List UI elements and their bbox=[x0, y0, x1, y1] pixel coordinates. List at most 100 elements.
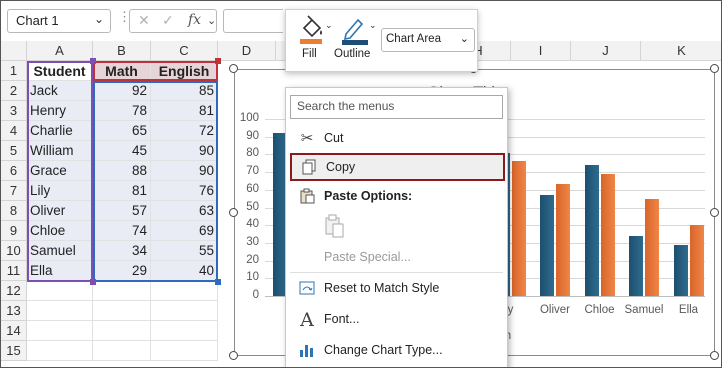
bar-english-chloe[interactable] bbox=[600, 173, 615, 296]
table-cell[interactable]: Henry bbox=[27, 101, 93, 121]
row-header-5[interactable]: 5 bbox=[1, 141, 27, 161]
empty-cell[interactable] bbox=[151, 321, 218, 341]
table-cell[interactable]: 85 bbox=[151, 81, 218, 101]
table-cell[interactable]: 74 bbox=[93, 221, 151, 241]
empty-cell[interactable] bbox=[93, 281, 151, 301]
table-cell[interactable]: William bbox=[27, 141, 93, 161]
menu-item-reset-style[interactable]: Reset to Match Style bbox=[290, 276, 505, 302]
table-cell[interactable]: 45 bbox=[93, 141, 151, 161]
table-cell[interactable]: 81 bbox=[151, 101, 218, 121]
menu-item-change-chart-type[interactable]: Change Chart Type... bbox=[290, 338, 505, 364]
table-cell[interactable]: 40 bbox=[151, 261, 218, 281]
table-cell[interactable]: 90 bbox=[151, 161, 218, 181]
empty-cell[interactable] bbox=[151, 301, 218, 321]
table-cell[interactable]: Samuel bbox=[27, 241, 93, 261]
table-cell[interactable]: 92 bbox=[93, 81, 151, 101]
table-cell[interactable]: 88 bbox=[93, 161, 151, 181]
empty-cell[interactable] bbox=[93, 321, 151, 341]
outline-pen-icon[interactable]: ⌄ bbox=[340, 14, 376, 46]
formula-input[interactable] bbox=[223, 9, 283, 33]
table-cell[interactable]: Charlie bbox=[27, 121, 93, 141]
empty-cell[interactable] bbox=[151, 281, 218, 301]
bar-math-oliver[interactable] bbox=[540, 195, 554, 296]
table-cell[interactable]: Jack bbox=[27, 81, 93, 101]
row-header-1[interactable]: 1 bbox=[1, 61, 27, 81]
column-header-c[interactable]: C bbox=[151, 41, 218, 61]
table-cell[interactable]: 69 bbox=[151, 221, 218, 241]
bar-math-samuel[interactable] bbox=[629, 235, 643, 296]
bar-english-ella[interactable] bbox=[689, 225, 704, 296]
bar-english-samuel[interactable] bbox=[645, 198, 659, 296]
row-header-9[interactable]: 9 bbox=[1, 221, 27, 241]
row-header-12[interactable]: 12 bbox=[1, 281, 27, 301]
table-cell[interactable]: 55 bbox=[151, 241, 218, 261]
chart-resize-handle[interactable] bbox=[710, 208, 719, 217]
table-header-cell[interactable]: Math bbox=[93, 61, 151, 81]
enter-icon[interactable]: ✓ bbox=[162, 12, 174, 29]
insert-function-icon[interactable]: fx bbox=[188, 12, 201, 28]
cancel-icon[interactable]: ✕ bbox=[138, 12, 150, 29]
row-header-8[interactable]: 8 bbox=[1, 201, 27, 221]
bar-english-oliver[interactable] bbox=[556, 184, 570, 296]
empty-cell[interactable] bbox=[27, 341, 93, 361]
column-header-k[interactable]: K bbox=[641, 41, 721, 61]
table-cell[interactable]: Ella bbox=[27, 261, 93, 281]
table-cell[interactable]: 81 bbox=[93, 181, 151, 201]
bar-english-lily[interactable] bbox=[511, 161, 526, 296]
chart-resize-handle[interactable] bbox=[710, 64, 719, 73]
menu-item-cut[interactable]: ✂ Cut bbox=[290, 126, 505, 152]
row-header-2[interactable]: 2 bbox=[1, 81, 27, 101]
chart-resize-handle[interactable] bbox=[710, 351, 719, 360]
table-cell[interactable]: 78 bbox=[93, 101, 151, 121]
column-header-j[interactable]: J bbox=[571, 41, 641, 61]
empty-cell[interactable] bbox=[27, 281, 93, 301]
bar-math-ella[interactable] bbox=[673, 244, 688, 296]
column-header-i[interactable]: I bbox=[511, 41, 571, 61]
table-cell[interactable]: 57 bbox=[93, 201, 151, 221]
fx-chevron-icon[interactable]: ⌄ bbox=[207, 14, 216, 27]
row-header-14[interactable]: 14 bbox=[1, 321, 27, 341]
menu-item-copy[interactable]: Copy bbox=[290, 153, 505, 181]
empty-cell[interactable] bbox=[27, 301, 93, 321]
menu-item-font[interactable]: A Font... bbox=[290, 307, 505, 333]
table-header-cell[interactable]: English bbox=[151, 61, 218, 81]
empty-cell[interactable] bbox=[151, 341, 218, 361]
empty-cell[interactable] bbox=[93, 301, 151, 321]
table-cell[interactable]: 76 bbox=[151, 181, 218, 201]
name-box[interactable]: Chart 1 ⌄ bbox=[7, 9, 111, 33]
bar-math-chloe[interactable] bbox=[584, 165, 599, 296]
row-header-10[interactable]: 10 bbox=[1, 241, 27, 261]
chevron-down-icon[interactable]: ⌄ bbox=[94, 12, 104, 26]
row-header-15[interactable]: 15 bbox=[1, 341, 27, 361]
table-cell[interactable]: Chloe bbox=[27, 221, 93, 241]
chart-resize-handle[interactable] bbox=[229, 351, 238, 360]
row-header-11[interactable]: 11 bbox=[1, 261, 27, 281]
table-header-cell[interactable]: Student bbox=[27, 61, 93, 81]
table-cell[interactable]: 90 bbox=[151, 141, 218, 161]
table-cell[interactable]: Grace bbox=[27, 161, 93, 181]
select-all-corner[interactable] bbox=[1, 41, 27, 61]
fill-label[interactable]: Fill bbox=[302, 48, 317, 60]
chart-element-select[interactable]: Chart Area ⌄ bbox=[381, 28, 475, 52]
menu-search-input[interactable]: Search the menus bbox=[290, 95, 503, 119]
fill-bucket-icon[interactable]: ⌄ bbox=[298, 14, 332, 46]
table-cell[interactable]: 34 bbox=[93, 241, 151, 261]
column-header-b[interactable]: B bbox=[93, 41, 151, 61]
paste-keep-icon[interactable] bbox=[324, 214, 346, 240]
table-cell[interactable]: 29 bbox=[93, 261, 151, 281]
table-cell[interactable]: 65 bbox=[93, 121, 151, 141]
table-cell[interactable]: 72 bbox=[151, 121, 218, 141]
row-header-3[interactable]: 3 bbox=[1, 101, 27, 121]
column-header-a[interactable]: A bbox=[27, 41, 93, 61]
row-header-13[interactable]: 13 bbox=[1, 301, 27, 321]
outline-label[interactable]: Outline bbox=[334, 48, 370, 60]
table-cell[interactable]: Lily bbox=[27, 181, 93, 201]
table-cell[interactable]: 63 bbox=[151, 201, 218, 221]
row-header-6[interactable]: 6 bbox=[1, 161, 27, 181]
empty-cell[interactable] bbox=[93, 341, 151, 361]
table-cell[interactable]: Oliver bbox=[27, 201, 93, 221]
empty-cell[interactable] bbox=[27, 321, 93, 341]
chart-resize-handle[interactable] bbox=[229, 64, 238, 73]
row-header-7[interactable]: 7 bbox=[1, 181, 27, 201]
row-header-4[interactable]: 4 bbox=[1, 121, 27, 141]
